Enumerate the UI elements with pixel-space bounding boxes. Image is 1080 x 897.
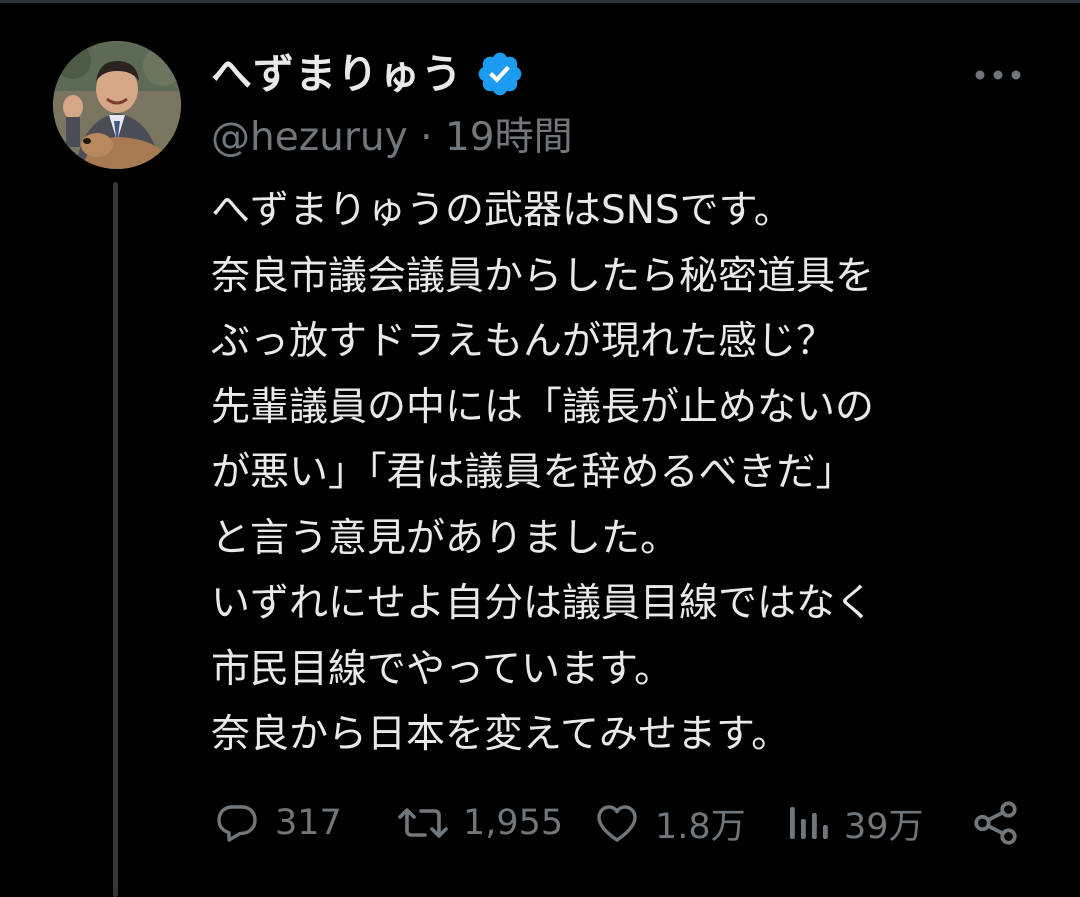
more-icon	[975, 70, 1021, 80]
views-icon	[790, 807, 828, 839]
action-bar: 317 1,955 1.8万 39万	[211, 793, 1031, 853]
tweet-header: へずまりゅう	[211, 44, 525, 104]
verified-icon[interactable]	[475, 49, 525, 99]
avatar-photo	[53, 41, 181, 169]
tweet-text-line: が悪い」「君は議員を辞めるべきだ」	[211, 450, 855, 495]
view-count: 39万	[844, 806, 924, 847]
timestamp[interactable]: 19時間	[445, 115, 573, 160]
tweet-text-line: 奈良から日本を変えてみせます。	[211, 712, 791, 757]
author-display-name[interactable]: へずまりゅう	[211, 44, 463, 104]
separator-dot: ·	[420, 115, 433, 160]
repost-button[interactable]: 1,955	[397, 793, 563, 853]
reply-button[interactable]: 317	[213, 793, 342, 853]
more-options-button[interactable]	[968, 55, 1028, 95]
like-count: 1.8万	[655, 806, 746, 847]
tweet-text-line: 市民目線でやっています。	[211, 646, 674, 692]
tweet-text-line: へずまりゅうの武器はSNSです。	[211, 188, 793, 233]
share-icon	[974, 801, 1017, 845]
thread-connector-line	[113, 182, 118, 897]
views-button[interactable]: 39万	[786, 793, 924, 853]
tweet-text-line: 奈良市議会議員からしたら秘密道具を	[211, 253, 875, 299]
handle-line: @hezuruy · 19時間	[211, 110, 573, 166]
tweet-text-line: 先輩議員の中には「議長が止めないの	[211, 384, 875, 430]
avatar[interactable]	[53, 41, 181, 169]
share-button[interactable]	[971, 793, 1021, 853]
like-icon	[597, 805, 637, 842]
tweet-text-line: いずれにせよ自分は議員目線ではなく	[211, 581, 875, 626]
like-button[interactable]: 1.8万	[593, 793, 746, 853]
tweet-text: へずまりゅうの武器はSNSです。 奈良市議会議員からしたら秘密道具を ぶっ放すド…	[211, 178, 1041, 768]
tweet-text-line: ぶっ放すドラえもんが現れた感じ？	[211, 319, 836, 364]
reply-icon	[217, 805, 257, 842]
tweet-text-line: と言う意見がありました。	[211, 515, 680, 561]
top-divider	[0, 0, 1080, 3]
repost-count: 1,955	[463, 803, 564, 843]
reply-count: 317	[275, 803, 342, 843]
repost-icon	[398, 808, 448, 838]
author-handle[interactable]: @hezuruy	[211, 115, 408, 160]
